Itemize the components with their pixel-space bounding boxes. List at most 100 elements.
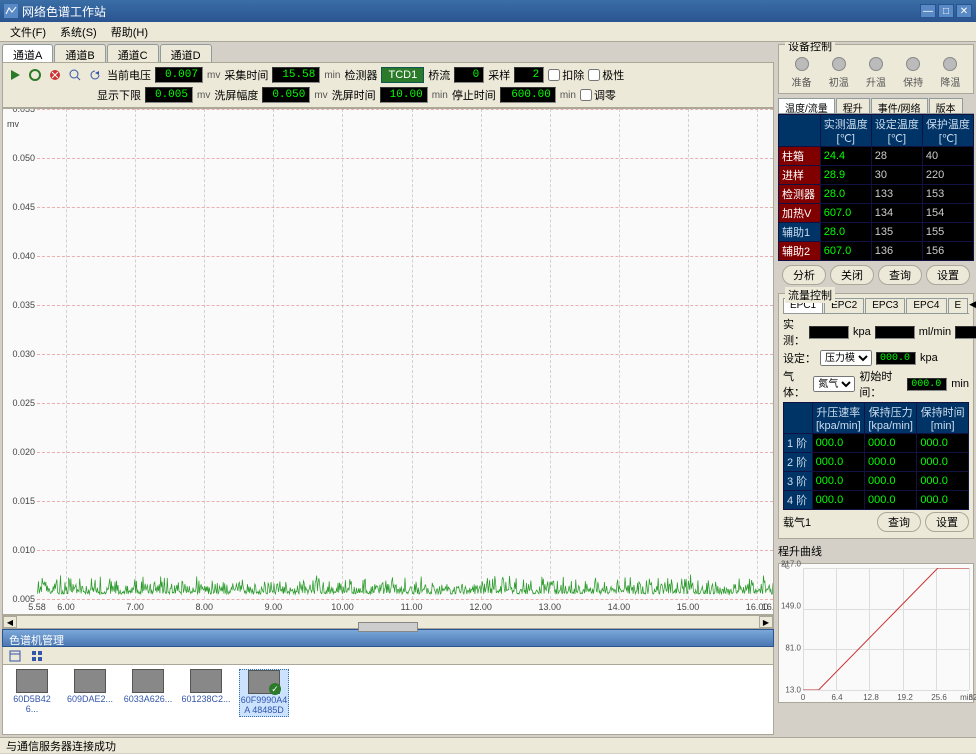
close-button[interactable]: ✕	[956, 4, 972, 18]
menu-file[interactable]: 文件(F)	[4, 22, 52, 42]
flow-设置-button[interactable]: 设置	[925, 512, 969, 532]
actual-label: 实测：	[783, 316, 805, 348]
y-unit: mv	[7, 119, 19, 129]
prog-curve-title: 程升曲线	[778, 543, 974, 559]
stop-time-label: 停止时间	[452, 87, 496, 103]
led-indicator: 升温	[866, 57, 886, 89]
scroll-thumb[interactable]	[358, 622, 418, 632]
stop-time-input[interactable]	[500, 87, 556, 103]
tab-channel-a[interactable]: 通道A	[2, 44, 53, 62]
maximize-button[interactable]: □	[938, 4, 954, 18]
jixing-checkbox[interactable]: 极性	[588, 67, 624, 83]
actual-kpa-input	[809, 326, 849, 339]
device-icon	[132, 669, 164, 693]
detector-value: TCD1	[381, 67, 424, 83]
grid-view-icon[interactable]	[29, 648, 45, 664]
menu-help[interactable]: 帮助(H)	[105, 22, 154, 42]
tab-channel-c[interactable]: 通道C	[107, 44, 159, 62]
led-indicator: 初温	[829, 57, 849, 89]
tab-events[interactable]: 事件/网络	[871, 98, 928, 113]
flow-control-title: 流量控制	[785, 287, 835, 303]
temp-row: 进样28.930220	[779, 166, 974, 185]
device-icon	[16, 669, 48, 693]
play-icon[interactable]	[7, 67, 23, 83]
detector-label: 检测器	[344, 67, 377, 83]
spectral-toolbar	[2, 647, 774, 665]
sample-label: 采样	[488, 67, 510, 83]
mv-unit: mv	[207, 70, 220, 81]
menu-system[interactable]: 系统(S)	[54, 22, 103, 42]
chart-scrollbar[interactable]: ◀ ▶	[2, 615, 774, 629]
scroll-right-icon[interactable]: ▶	[759, 616, 773, 628]
temp-row: 柱箱24.42840	[779, 147, 974, 166]
zoom-icon[interactable]	[67, 67, 83, 83]
list-view-icon[interactable]	[7, 648, 23, 664]
toolbar: 当前电压 mv 采集时间 min 检测器 TCD1 桥流 采样 扣除 极性 显示…	[2, 62, 774, 108]
led-dot-icon	[869, 57, 883, 71]
epc-tab[interactable]: EPC4	[906, 298, 946, 313]
temperature-table: 实测温度[℃]设定温度[℃]保护温度[℃]柱箱24.42840进样28.9302…	[778, 114, 974, 261]
flow-control-group: 流量控制 EPC1EPC2EPC3EPC4E◀▶ 实测： kpa ml/min …	[778, 293, 974, 539]
temp-关闭-button[interactable]: 关闭	[830, 265, 874, 285]
led-dot-icon	[832, 57, 846, 71]
spectral-item[interactable]: 609DAE2...	[65, 669, 115, 705]
main-chart[interactable]: mv0.0050.0100.0150.0200.0250.0300.0350.0…	[2, 108, 774, 615]
wash-amp-input[interactable]	[262, 87, 310, 103]
wash-time-input[interactable]	[380, 87, 428, 103]
lower-limit-input[interactable]	[145, 87, 193, 103]
minimize-button[interactable]: —	[920, 4, 936, 18]
set-value-input[interactable]	[876, 352, 916, 365]
spectral-item[interactable]: 601238C2...	[181, 669, 231, 705]
bridge-label: 桥流	[428, 67, 450, 83]
scroll-left-icon[interactable]: ◀	[3, 616, 17, 628]
led-dot-icon	[943, 57, 957, 71]
device-icon	[74, 669, 106, 693]
temp-分析-button[interactable]: 分析	[782, 265, 826, 285]
spectral-item[interactable]: 60D5B426...	[7, 669, 57, 715]
spectral-item-label: 601238C2...	[181, 695, 231, 705]
prog-curve-chart: 13.081.0149.0217.0℃ 06.412.819.225.632mi…	[778, 563, 974, 703]
tab-temp-flow[interactable]: 温度/流量	[778, 98, 835, 113]
menubar: 文件(F) 系统(S) 帮助(H)	[0, 22, 976, 42]
epc-tab[interactable]: E	[948, 298, 969, 313]
stop-icon[interactable]	[47, 67, 63, 83]
temp-设置-button[interactable]: 设置	[926, 265, 970, 285]
gas-select[interactable]: 氮气	[813, 376, 855, 392]
app-icon	[4, 4, 18, 18]
acquire-time-input[interactable]	[272, 67, 320, 83]
temp-查询-button[interactable]: 查询	[878, 265, 922, 285]
actual-mlmin-input	[875, 326, 915, 339]
flow-table: 升压速率[kpa/min]保持压力[kpa/min]保持时间[min]1 阶00…	[783, 402, 969, 510]
temp-row: 辅助2607.0136156	[779, 242, 974, 261]
spectral-item[interactable]: 60F9990A4A 48485D	[239, 669, 289, 717]
window-title: 网络色谱工作站	[22, 3, 918, 20]
spectral-item-label: 609DAE2...	[65, 695, 115, 705]
record-icon[interactable]	[27, 67, 43, 83]
led-dot-icon	[906, 57, 920, 71]
sample-input[interactable]	[514, 67, 544, 83]
tiaoling-checkbox[interactable]: 调零	[580, 87, 616, 103]
titlebar: 网络色谱工作站 — □ ✕	[0, 0, 976, 22]
tab-version[interactable]: 版本	[929, 98, 963, 113]
mode-select[interactable]: 压力模式	[820, 350, 872, 366]
tab-prog-up[interactable]: 程升	[836, 98, 870, 113]
set-label: 设定：	[783, 350, 816, 366]
tab-channel-d[interactable]: 通道D	[160, 44, 212, 62]
epc-tab[interactable]: EPC3	[865, 298, 905, 313]
gas-label: 气体：	[783, 368, 809, 400]
device-icon	[190, 669, 222, 693]
refresh-icon[interactable]	[87, 67, 103, 83]
current-voltage-label: 当前电压	[107, 67, 151, 83]
current-voltage-input[interactable]	[155, 67, 203, 83]
spectral-item[interactable]: 6033A626...	[123, 669, 173, 705]
flow-查询-button[interactable]: 查询	[877, 512, 921, 532]
init-time-input[interactable]	[907, 378, 947, 391]
carrier-label: 载气1	[783, 514, 811, 530]
init-time-label: 初始时间：	[859, 368, 903, 400]
spectral-item-label: 6033A626...	[123, 695, 173, 705]
tab-channel-b[interactable]: 通道B	[54, 44, 105, 62]
min-unit-1: min	[324, 70, 340, 81]
kouchu-checkbox[interactable]: 扣除	[548, 67, 584, 83]
bridge-input[interactable]	[454, 67, 484, 83]
temp-row: 辅助128.0135155	[779, 223, 974, 242]
